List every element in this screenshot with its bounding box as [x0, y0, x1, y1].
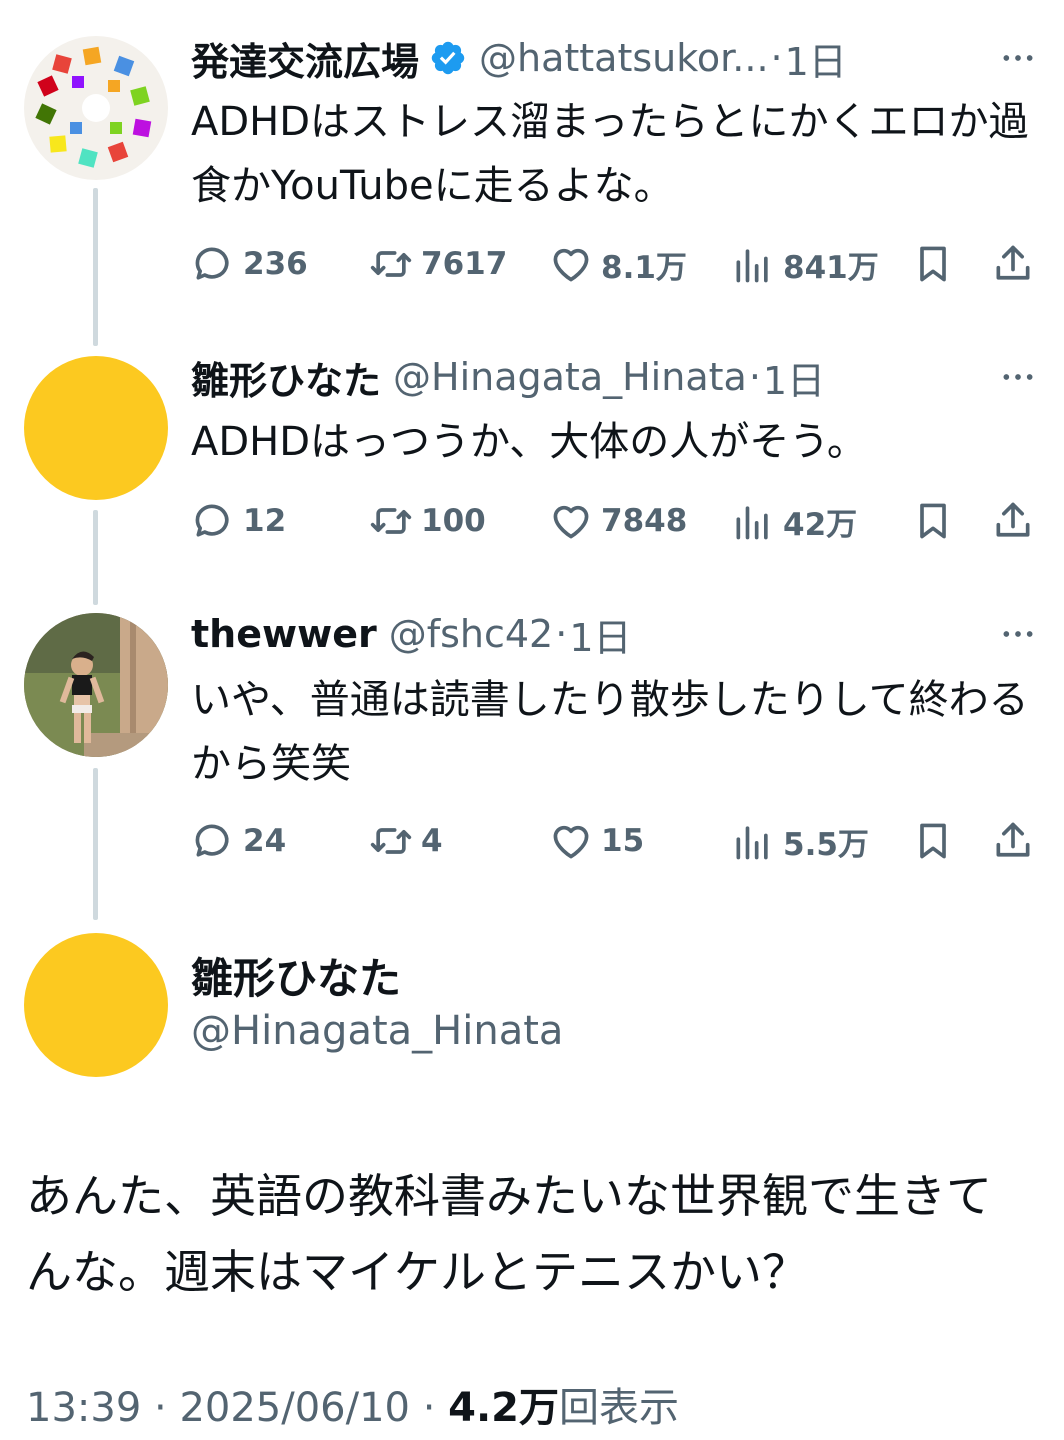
post-date[interactable]: 2025/06/10 [179, 1385, 410, 1431]
timestamp[interactable]: 1日 [569, 607, 631, 662]
retweet-count: 4 [421, 823, 443, 859]
views-button[interactable]: 42万 [731, 493, 857, 549]
tweet-text: いや、普通は読書したり散歩したりして終わるから笑笑 [191, 677, 1029, 787]
separator-dot: · [154, 1385, 167, 1431]
separator-dot: · [770, 36, 783, 80]
user-handle[interactable]: @Hinagata_Hinata [393, 355, 747, 399]
like-button[interactable]: 7848 [549, 493, 687, 549]
separator-dot: · [748, 355, 761, 399]
share-icon [996, 502, 1030, 537]
share-button[interactable] [991, 493, 1035, 549]
post-time[interactable]: 13:39 [26, 1385, 141, 1431]
reply-count: 12 [243, 503, 287, 539]
reply-button[interactable]: 12 [191, 493, 286, 549]
reply-icon [195, 824, 229, 857]
timestamp[interactable]: 1日 [785, 31, 847, 86]
user-handle[interactable]: @hattatsukor... [479, 36, 769, 80]
thread-line [93, 510, 98, 605]
reply-icon [195, 504, 229, 537]
reply-icon [195, 247, 229, 280]
views-button[interactable]: 5.5万 [731, 813, 869, 869]
display-name[interactable]: 雛形ひなた [191, 945, 401, 1006]
share-button[interactable] [991, 813, 1035, 869]
separator-dot: · [422, 1385, 436, 1431]
thread-line [93, 768, 98, 920]
display-name[interactable]: 雛形ひなた [191, 350, 381, 405]
views-icon [736, 506, 768, 540]
user-handle[interactable]: @fshc42 [389, 612, 554, 656]
display-name[interactable]: thewwer [191, 612, 377, 656]
bookmark-button[interactable] [911, 493, 955, 549]
avatar[interactable] [24, 356, 168, 500]
like-icon [553, 825, 589, 859]
like-icon [553, 248, 589, 282]
bookmark-button[interactable] [911, 813, 955, 869]
views-count[interactable]: 4.2万 [448, 1385, 559, 1431]
thread-line [93, 188, 98, 346]
bookmark-button[interactable] [911, 236, 955, 292]
retweet-icon [370, 508, 412, 534]
like-button[interactable]: 15 [549, 813, 644, 869]
retweet-icon [370, 828, 412, 854]
retweet-icon [370, 251, 412, 277]
tweet-meta: 13:39 · 2025/06/10 · 4.2万回表示 [26, 1375, 679, 1433]
retweet-button[interactable]: 100 [369, 493, 486, 549]
tweet-header: 雛形ひなた @Hinagata_Hinata · 1日 [191, 347, 1038, 407]
bookmark-icon [920, 246, 946, 282]
tweet-actions: 236 7617 8.1万 841万 [191, 236, 1042, 292]
like-count: 8.1万 [601, 249, 687, 286]
share-icon [996, 822, 1030, 857]
like-count: 7848 [601, 503, 688, 539]
retweet-count: 7617 [421, 246, 508, 282]
tweet-header: thewwer @fshc42 · 1日 [191, 604, 1038, 664]
more-icon[interactable] [998, 614, 1038, 654]
views-icon [736, 249, 768, 283]
more-icon[interactable] [998, 38, 1038, 78]
tweet-actions: 12 100 7848 42万 [191, 493, 1042, 549]
retweet-count: 100 [421, 503, 486, 539]
separator-dot: · [555, 612, 568, 656]
display-name[interactable]: 発達交流広場 [191, 31, 419, 86]
bookmark-icon [920, 823, 946, 859]
tweet-actions: 24 4 15 5.5万 [191, 813, 1042, 869]
share-button[interactable] [991, 236, 1035, 292]
share-icon [996, 245, 1030, 280]
views-icon [736, 826, 768, 860]
verified-badge-icon [431, 41, 465, 75]
avatar[interactable] [24, 933, 168, 1077]
views-count: 841万 [783, 249, 879, 286]
tweet-text: あんた、英語の教科書みたいな世界観で生きてんな。週末はマイケルとテニスかい？ [26, 1169, 992, 1299]
tweet-header: 発達交流広場 @hattatsukor... · 1日 [191, 28, 1038, 88]
tweet-text: ADHDはストレス溜まったらとにかくエロか過食かYouTubeに走るよな。 [191, 99, 1029, 209]
views-button[interactable]: 841万 [731, 236, 879, 292]
like-count: 15 [601, 823, 645, 859]
avatar[interactable] [24, 36, 168, 180]
views-count: 5.5万 [783, 826, 869, 863]
like-icon [553, 505, 589, 539]
reply-button[interactable]: 24 [191, 813, 286, 869]
more-icon[interactable] [998, 357, 1038, 397]
like-button[interactable]: 8.1万 [549, 236, 687, 292]
retweet-button[interactable]: 7617 [369, 236, 507, 292]
views-count: 42万 [783, 506, 858, 543]
tweet-text: ADHDはっつうか、大体の人がそう。 [191, 419, 867, 465]
retweet-button[interactable]: 4 [369, 813, 443, 869]
user-handle[interactable]: @Hinagata_Hinata [191, 1008, 563, 1054]
timestamp[interactable]: 1日 [763, 350, 825, 405]
reply-button[interactable]: 236 [191, 236, 308, 292]
bookmark-icon [920, 503, 946, 539]
reply-count: 236 [243, 246, 308, 282]
views-label: 回表示 [559, 1385, 679, 1431]
avatar[interactable] [24, 613, 168, 757]
reply-count: 24 [243, 823, 287, 859]
